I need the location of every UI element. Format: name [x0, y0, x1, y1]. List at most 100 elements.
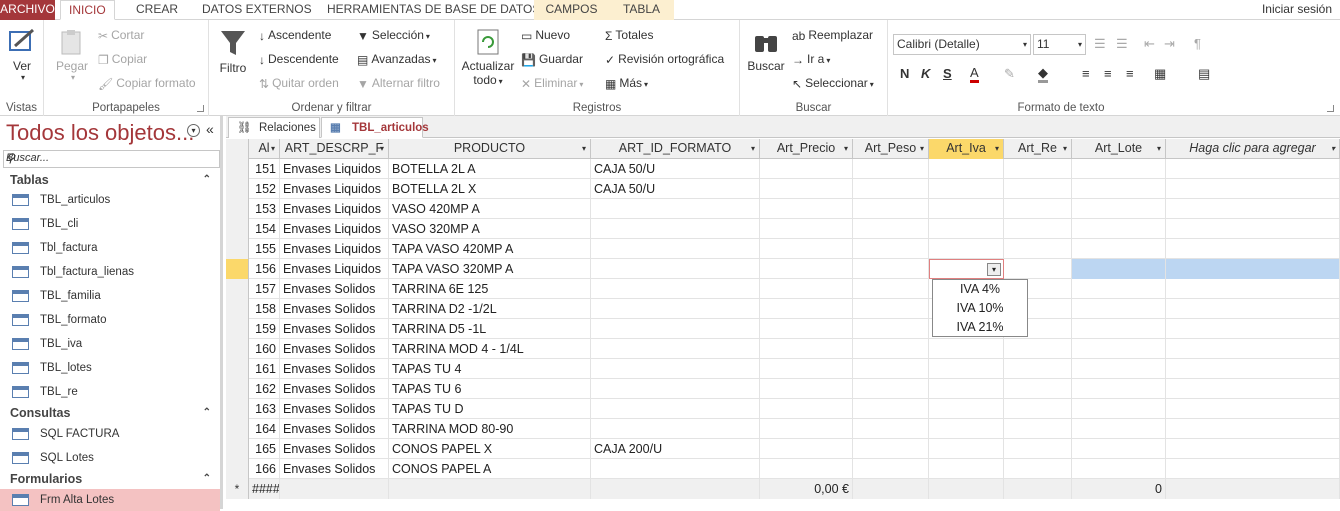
table-cell[interactable] — [760, 399, 853, 419]
table-cell[interactable] — [760, 219, 853, 239]
table-cell[interactable] — [1004, 339, 1072, 359]
nav-group-tablas[interactable]: Tablas ⌃ — [0, 171, 223, 189]
record-selector[interactable] — [226, 459, 249, 479]
table-cell[interactable] — [1166, 379, 1340, 399]
table-cell[interactable] — [280, 479, 389, 499]
table-cell[interactable]: TARRINA MOD 4 - 1/4L — [389, 339, 591, 359]
table-cell[interactable] — [760, 199, 853, 219]
table-cell[interactable] — [760, 159, 853, 179]
table-cell[interactable] — [853, 419, 929, 439]
table-cell[interactable] — [389, 479, 591, 499]
column-header[interactable]: Art_Re ▾ — [1004, 139, 1072, 159]
table-cell[interactable]: TAPAS TU D — [389, 399, 591, 419]
table-cell[interactable]: Envases Solidos — [280, 339, 389, 359]
table-cell[interactable] — [853, 459, 929, 479]
table-cell[interactable] — [591, 479, 760, 499]
table-cell[interactable]: 165 — [249, 439, 280, 459]
table-cell[interactable] — [1072, 179, 1166, 199]
search-icon[interactable]: ⚲ — [6, 151, 216, 165]
nav-item[interactable]: Frm Alta Lotes — [0, 489, 220, 511]
table-row[interactable]: 166 Envases Solidos CONOS PAPEL A — [226, 459, 1340, 479]
save-button[interactable]: 💾 Guardar — [521, 52, 583, 67]
table-cell[interactable] — [1072, 399, 1166, 419]
table-cell[interactable] — [591, 319, 760, 339]
copy-button[interactable]: ❐ Copiar — [98, 52, 147, 67]
table-cell[interactable] — [1004, 439, 1072, 459]
goto-button[interactable]: → Ir a ▾ — [792, 52, 830, 67]
delete-button[interactable]: ✕ Eliminar ▾ — [521, 76, 583, 91]
collapse-pane-icon[interactable]: « — [206, 121, 214, 137]
nav-menu-chevron-icon[interactable]: ▾ — [187, 124, 200, 137]
table-cell[interactable] — [853, 359, 929, 379]
table-row[interactable]: 161 Envases Solidos TAPAS TU 4 — [226, 359, 1340, 379]
table-row[interactable]: 164 Envases Solidos TARRINA MOD 80-90 — [226, 419, 1340, 439]
record-selector[interactable] — [226, 219, 249, 239]
nav-search-input[interactable]: Buscar... ⚲ — [3, 150, 220, 168]
table-cell[interactable]: CONOS PAPEL X — [389, 439, 591, 459]
table-cell[interactable]: 154 — [249, 219, 280, 239]
table-cell[interactable] — [1004, 219, 1072, 239]
record-selector[interactable] — [226, 439, 249, 459]
nav-item[interactable]: TBL_re — [0, 381, 220, 403]
record-selector[interactable] — [226, 319, 249, 339]
table-cell[interactable]: Envases Solidos — [280, 379, 389, 399]
highlight-icon[interactable]: ✎ — [1004, 66, 1015, 82]
sort-dropdown-icon[interactable]: ▾ — [1063, 139, 1067, 158]
table-cell[interactable] — [1166, 479, 1340, 499]
table-cell[interactable] — [929, 239, 1004, 259]
table-row[interactable]: 151 Envases Liquidos BOTELLA 2L A CAJA 50/U — [226, 159, 1340, 179]
table-row[interactable]: 162 Envases Solidos TAPAS TU 6 — [226, 379, 1340, 399]
italic-icon[interactable]: K — [921, 66, 930, 81]
table-cell[interactable] — [853, 179, 929, 199]
table-cell[interactable] — [760, 439, 853, 459]
table-row[interactable]: 156 Envases Liquidos TAPA VASO 320MP A ▾ — [226, 259, 1340, 279]
align-left-icon[interactable]: ≡ — [1082, 66, 1090, 81]
table-cell[interactable] — [591, 259, 760, 279]
totals-button[interactable]: Σ Totales — [605, 28, 653, 43]
table-cell[interactable] — [853, 479, 929, 499]
format-painter-button[interactable]: 🖌 Copiar formato — [98, 76, 196, 91]
font-size-combo[interactable]: 11 ▾ — [1033, 34, 1086, 55]
new-record-button[interactable]: ▭ Nuevo — [521, 28, 570, 43]
replace-button[interactable]: ab Reemplazar — [792, 28, 873, 43]
table-row[interactable]: 154 Envases Liquidos VASO 320MP A — [226, 219, 1340, 239]
outdent-icon[interactable]: ⇤ — [1144, 36, 1155, 52]
align-center-icon[interactable]: ≡ — [1104, 66, 1112, 81]
table-cell[interactable] — [1004, 199, 1072, 219]
table-cell[interactable] — [760, 239, 853, 259]
table-cell[interactable] — [1072, 439, 1166, 459]
row-color-icon[interactable]: ▤ — [1198, 66, 1210, 82]
table-cell[interactable] — [1166, 419, 1340, 439]
table-cell[interactable] — [591, 459, 760, 479]
table-cell[interactable] — [853, 159, 929, 179]
record-selector[interactable] — [226, 299, 249, 319]
table-cell[interactable]: TARRINA MOD 80-90 — [389, 419, 591, 439]
nav-item[interactable]: SQL FACTURA — [0, 423, 220, 445]
find-button[interactable]: Buscar — [746, 28, 786, 73]
record-selector[interactable] — [226, 419, 249, 439]
paragraph-direction-icon[interactable]: ¶ — [1194, 36, 1201, 51]
table-cell[interactable]: Envases Solidos — [280, 319, 389, 339]
nav-item[interactable]: Tbl_factura_lienas — [0, 261, 220, 283]
record-selector[interactable] — [226, 399, 249, 419]
column-header[interactable]: PRODUCTO ▾ — [389, 139, 591, 159]
table-cell[interactable]: CAJA 50/U — [591, 179, 760, 199]
nav-group-consultas[interactable]: Consultas ⌃ — [0, 404, 223, 422]
column-header[interactable]: Al ▾ — [249, 139, 280, 159]
portapapeles-launcher-icon[interactable] — [197, 105, 204, 112]
table-cell[interactable] — [1072, 339, 1166, 359]
table-cell[interactable] — [760, 279, 853, 299]
table-cell[interactable]: VASO 320MP A — [389, 219, 591, 239]
column-header[interactable]: Art_Peso ▾ — [853, 139, 929, 159]
advanced-button[interactable]: ▤ Avanzadas ▾ — [357, 52, 437, 67]
table-cell[interactable] — [1004, 179, 1072, 199]
table-cell[interactable] — [1072, 239, 1166, 259]
table-cell[interactable]: 166 — [249, 459, 280, 479]
table-cell[interactable] — [1166, 159, 1340, 179]
table-row[interactable]: 153 Envases Liquidos VASO 420MP A — [226, 199, 1340, 219]
column-header[interactable]: Art_Lote ▾ — [1072, 139, 1166, 159]
table-cell[interactable] — [853, 399, 929, 419]
select-button[interactable]: ↖ Seleccionar ▾ — [792, 76, 874, 91]
more-button[interactable]: ▦ Más ▾ — [605, 76, 648, 91]
formato-launcher-icon[interactable] — [1327, 105, 1334, 112]
